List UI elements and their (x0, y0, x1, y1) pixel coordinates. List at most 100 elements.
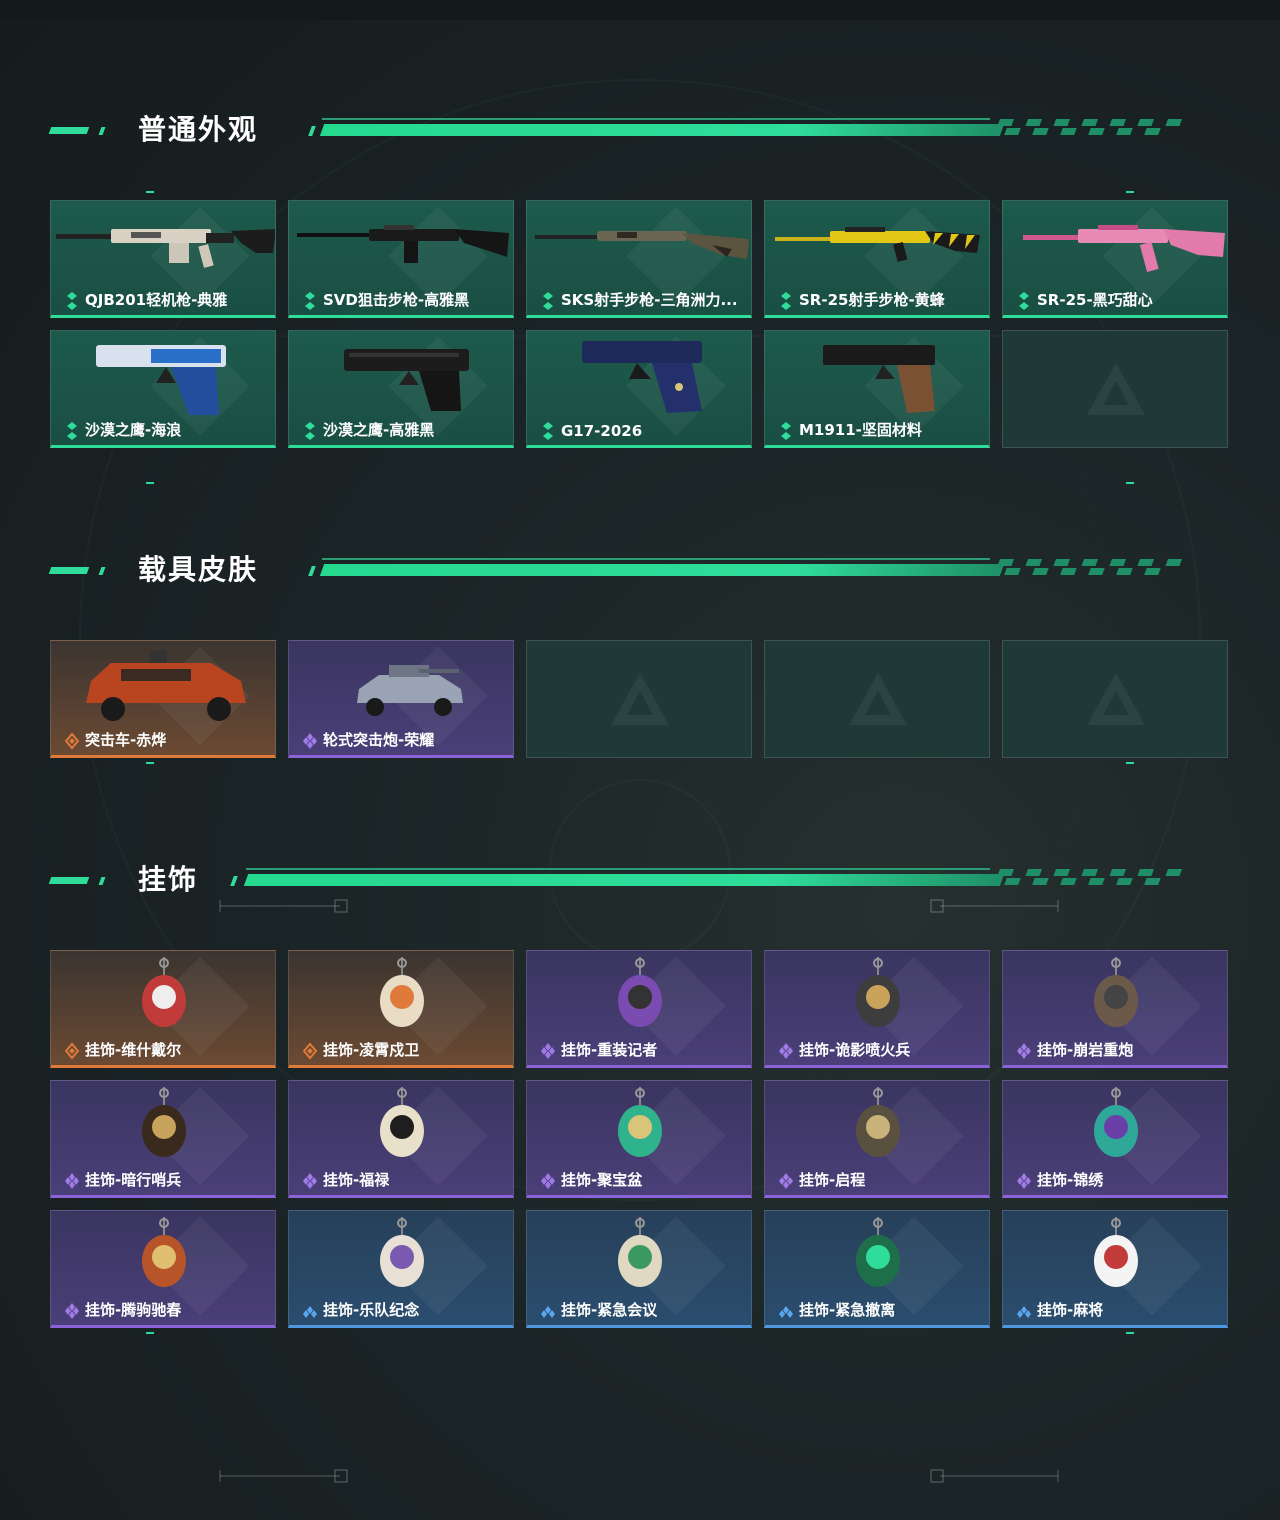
diamond-stack-icon (1017, 1306, 1031, 1318)
diamond-stack-icon (303, 1173, 317, 1189)
rifle-image (1023, 225, 1225, 273)
header-dash (48, 127, 90, 134)
charm-label: 挂饰-启程 (799, 1171, 866, 1189)
header-checker (997, 559, 1182, 575)
charm-label: 挂饰-崩岩重炮 (1037, 1041, 1134, 1059)
skin-label: SR-25射手步枪-黄蜂 (799, 291, 945, 309)
diamond-stack-icon (543, 422, 553, 440)
header-dash (98, 567, 106, 575)
diamond-stack-icon (541, 1173, 555, 1189)
section-header: 载具皮肤 (0, 553, 1280, 590)
charm-card[interactable]: 挂饰-诡影喷火兵 (764, 950, 990, 1068)
pistol-image (582, 341, 702, 413)
skin-label: SVD狙击步枪-高雅黑 (323, 291, 470, 309)
charm-label: 挂饰-麻将 (1037, 1301, 1104, 1319)
diamond-stack-icon (303, 1306, 317, 1318)
diamond-stack-icon (67, 422, 77, 440)
vehicle-label: 轮式突击炮-荣耀 (323, 731, 435, 749)
skin-label: 沙漠之鹰-高雅黑 (323, 421, 435, 439)
header-bar (243, 874, 1005, 886)
skin-card[interactable]: QJB201轻机枪-典雅 (50, 200, 276, 318)
charm-image (380, 1087, 424, 1157)
diamond-stack-icon (305, 422, 315, 440)
diamond-stack-icon (65, 732, 79, 750)
charm-label: 挂饰-重装记者 (561, 1041, 658, 1059)
skin-card[interactable]: 沙漠之鹰-海浪 (50, 330, 276, 448)
vehicle-image (357, 665, 463, 716)
skin-card[interactable]: SR-25-黑巧甜心 (1002, 200, 1228, 318)
charm-image (1094, 957, 1138, 1027)
charm-image (142, 1217, 186, 1287)
header-dash (230, 876, 238, 886)
diamond-stack-icon (65, 1042, 79, 1060)
skin-label: SKS射手步枪-三角洲力... (561, 291, 738, 309)
empty-slot (764, 640, 990, 758)
skin-label: 沙漠之鹰-海浪 (85, 421, 182, 439)
charm-card[interactable]: 挂饰-崩岩重炮 (1002, 950, 1228, 1068)
header-checker (997, 869, 1182, 885)
top-bar (0, 0, 1280, 20)
skin-card[interactable]: M1911-坚固材料 (764, 330, 990, 448)
diamond-stack-icon (779, 1043, 793, 1059)
pistol-image (344, 349, 469, 411)
charm-image (618, 1217, 662, 1287)
diamond-stack-icon (303, 1042, 317, 1060)
pistol-image (96, 345, 226, 415)
charm-label: 挂饰-紧急撤离 (799, 1301, 896, 1319)
diamond-stack-icon (305, 292, 315, 310)
charm-card[interactable]: 挂饰-福禄 (288, 1080, 514, 1198)
empty-slot (1002, 640, 1228, 758)
rifle-image (535, 231, 749, 259)
skin-label: G17-2026 (561, 422, 643, 440)
charm-card[interactable]: 挂饰-麻将 (1002, 1210, 1228, 1328)
charm-label: 挂饰-乐队纪念 (323, 1301, 420, 1319)
diamond-stack-icon (541, 1306, 555, 1318)
diamond-stack-icon (65, 1173, 79, 1189)
diamond-stack-icon (779, 1306, 793, 1318)
charm-image (618, 957, 662, 1027)
section-title: 挂饰 (138, 863, 199, 896)
skin-card[interactable]: SVD狙击步枪-高雅黑 (288, 200, 514, 318)
charm-card[interactable]: 挂饰-锦绣 (1002, 1080, 1228, 1198)
header-checker (997, 119, 1182, 135)
charm-label: 挂饰-暗行哨兵 (85, 1171, 182, 1189)
charm-card[interactable]: 挂饰-腾驹驰春 (50, 1210, 276, 1328)
charm-image (380, 1217, 424, 1287)
diamond-stack-icon (1019, 292, 1029, 310)
section-header: 普通外观 (0, 113, 1280, 150)
vehicle-card[interactable]: 突击车-赤烨 (50, 640, 276, 758)
header-dash (98, 127, 106, 135)
charm-card[interactable]: 挂饰-紧急撤离 (764, 1210, 990, 1328)
header-dash (98, 877, 106, 885)
section-title: 载具皮肤 (138, 553, 259, 586)
diamond-stack-icon (541, 1043, 555, 1059)
skin-label: M1911-坚固材料 (799, 421, 922, 439)
skin-card[interactable]: SR-25射手步枪-黄蜂 (764, 200, 990, 318)
charm-card[interactable]: 挂饰-凌霄戍卫 (288, 950, 514, 1068)
delta-logo-icon (849, 673, 907, 725)
charm-card[interactable]: 挂饰-乐队纪念 (288, 1210, 514, 1328)
vehicle-label: 突击车-赤烨 (85, 731, 167, 749)
diamond-stack-icon (1017, 1173, 1031, 1189)
vehicle-image (86, 651, 246, 721)
charm-card[interactable]: 挂饰-暗行哨兵 (50, 1080, 276, 1198)
vehicle-card[interactable]: 轮式突击炮-荣耀 (288, 640, 514, 758)
diamond-stack-icon (781, 292, 791, 310)
charm-card[interactable]: 挂饰-重装记者 (526, 950, 752, 1068)
charm-card[interactable]: 挂饰-启程 (764, 1080, 990, 1198)
skin-card[interactable]: 沙漠之鹰-高雅黑 (288, 330, 514, 448)
skin-card[interactable]: G17-2026 (526, 330, 752, 448)
charm-label: 挂饰-凌霄戍卫 (323, 1041, 420, 1059)
charm-card[interactable]: 挂饰-维什戴尔 (50, 950, 276, 1068)
delta-logo-icon (1087, 363, 1145, 415)
charm-image (142, 957, 186, 1027)
charm-card[interactable]: 挂饰-紧急会议 (526, 1210, 752, 1328)
charm-card[interactable]: 挂饰-聚宝盆 (526, 1080, 752, 1198)
charm-image (856, 1087, 900, 1157)
diamond-stack-icon (67, 292, 77, 310)
skin-card[interactable]: SKS射手步枪-三角洲力... (526, 200, 752, 318)
diamond-stack-icon (65, 1303, 79, 1319)
charm-image (380, 957, 424, 1027)
diamond-stack-icon (779, 1173, 793, 1189)
header-bar-thin (246, 868, 990, 870)
